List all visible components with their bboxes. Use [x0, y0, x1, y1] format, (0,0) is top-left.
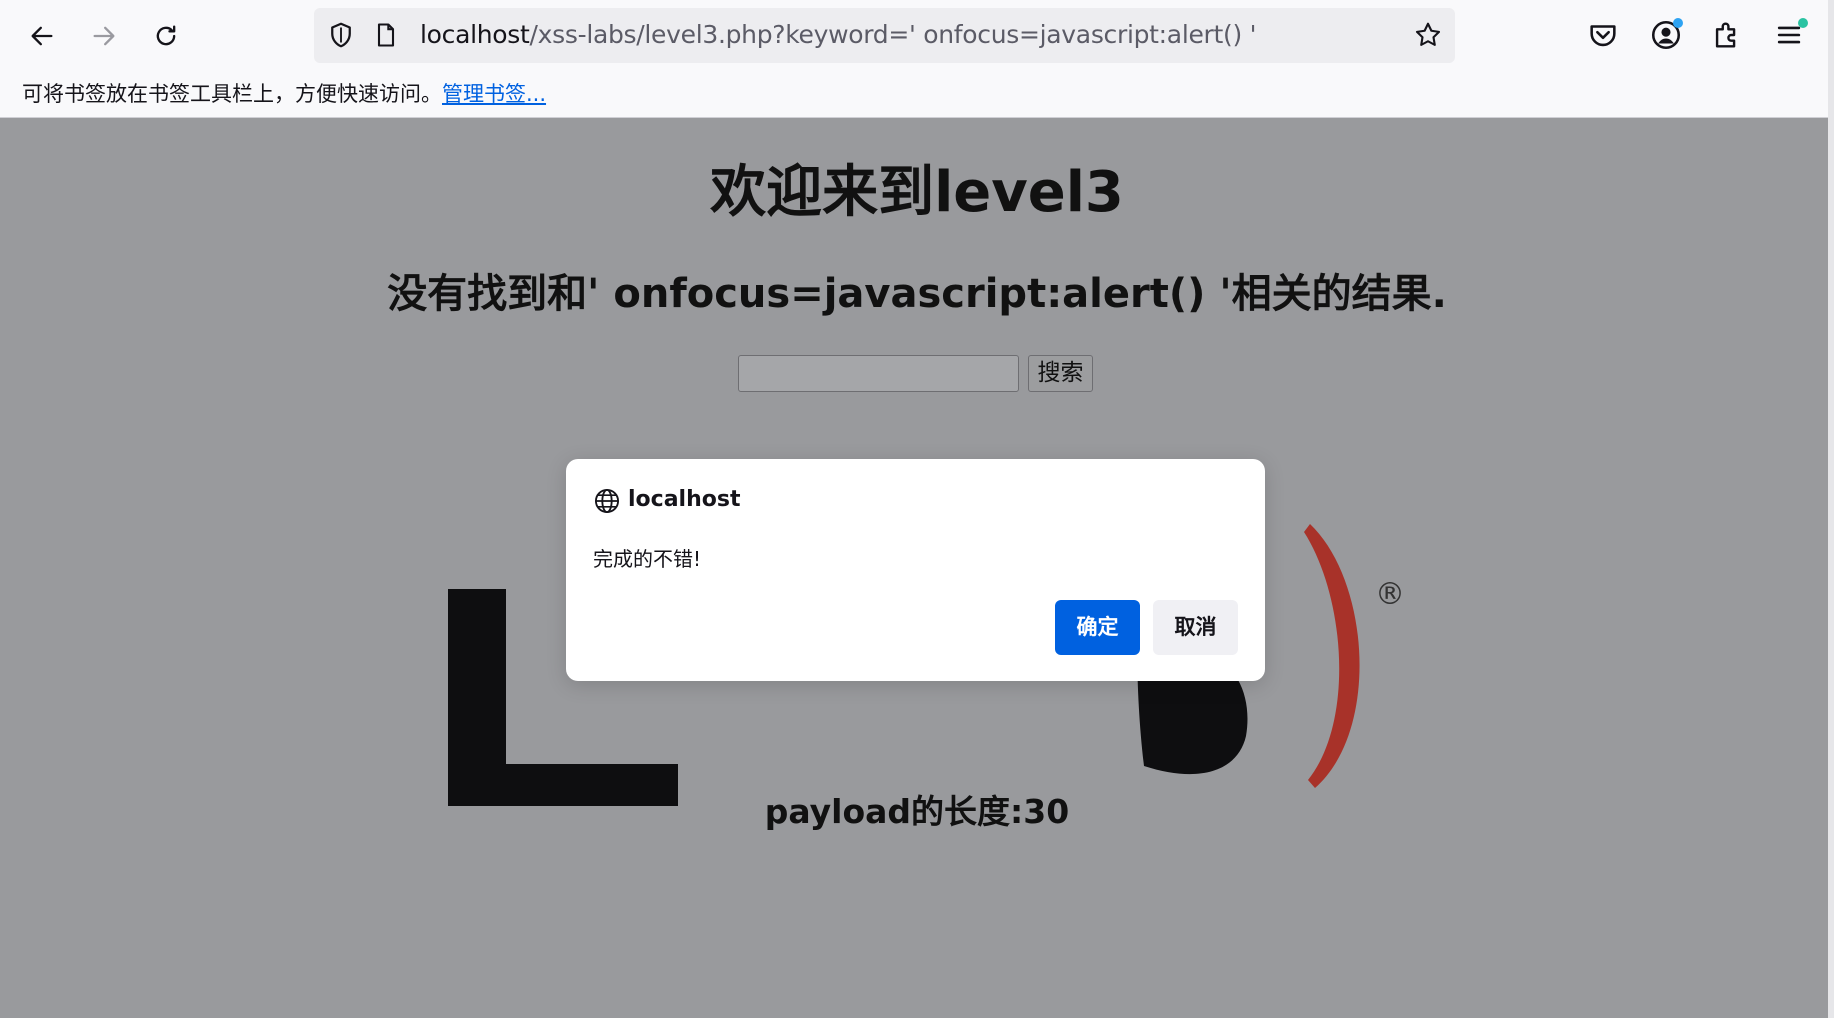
reload-button[interactable]: [146, 16, 186, 56]
reload-icon: [156, 25, 176, 46]
registered-mark: ®: [1375, 577, 1405, 612]
window-edge: [1828, 0, 1834, 1018]
payload-length: payload的长度:30: [764, 792, 1070, 831]
browser-chrome: localhost/xss-labs/level3.php?keyword=' …: [0, 0, 1834, 118]
dialog-origin: localhost: [628, 487, 741, 512]
url-bar[interactable]: localhost/xss-labs/level3.php?keyword=' …: [314, 8, 1455, 63]
update-badge: [1798, 18, 1808, 28]
account-button[interactable]: [1649, 18, 1683, 52]
forward-icon: [93, 26, 115, 46]
alert-dialog: localhost 完成的不错! 确定 取消: [566, 459, 1265, 681]
shield-icon[interactable]: [326, 20, 356, 50]
url-path: /xss-labs/level3.php?keyword=' onfocus=j…: [529, 20, 1257, 49]
forward-button[interactable]: [84, 16, 124, 56]
manage-bookmarks-link[interactable]: 管理书签...: [442, 82, 546, 106]
search-button[interactable]: 搜索: [1028, 355, 1093, 392]
page-title: 欢迎来到level3: [710, 160, 1124, 225]
bookmarks-toolbar: 可将书签放在书签工具栏上，方便快速访问。管理书签...: [0, 72, 1834, 118]
extensions-button[interactable]: [1710, 18, 1744, 52]
pocket-icon: [1590, 25, 1616, 47]
page-icon[interactable]: [372, 20, 400, 50]
dialog-message: 完成的不错!: [593, 547, 702, 571]
account-badge: [1673, 18, 1683, 28]
navigation-toolbar: localhost/xss-labs/level3.php?keyword=' …: [0, 0, 1834, 72]
logo-right-paren: [1304, 524, 1360, 788]
search-result-heading: 没有找到和' onfocus=javascript:alert() '相关的结果…: [387, 271, 1447, 317]
search-input[interactable]: [738, 355, 1019, 392]
url-host: localhost: [420, 20, 530, 49]
bookmarks-hint-text: 可将书签放在书签工具栏上，方便快速访问。: [22, 82, 442, 106]
ok-button[interactable]: 确定: [1055, 600, 1140, 655]
globe-icon: [594, 488, 620, 514]
star-icon[interactable]: [1413, 20, 1443, 50]
extensions-icon: [1715, 22, 1736, 48]
menu-button[interactable]: [1772, 18, 1808, 52]
back-button[interactable]: [22, 16, 62, 56]
url-text[interactable]: localhost/xss-labs/level3.php?keyword=' …: [420, 20, 1256, 50]
pocket-button[interactable]: [1586, 18, 1620, 52]
cancel-button[interactable]: 取消: [1153, 600, 1238, 655]
bookmarks-hint: 可将书签放在书签工具栏上，方便快速访问。管理书签...: [22, 80, 546, 108]
back-icon: [31, 26, 53, 46]
